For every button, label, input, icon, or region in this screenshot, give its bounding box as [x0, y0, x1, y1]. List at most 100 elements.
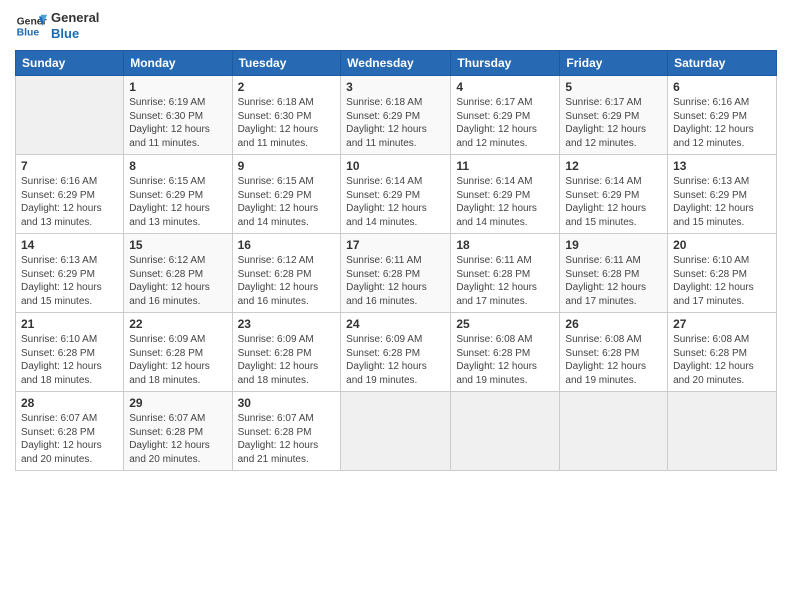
calendar-cell: 28Sunrise: 6:07 AMSunset: 6:28 PMDayligh…: [16, 392, 124, 471]
weekday-header-wednesday: Wednesday: [341, 51, 451, 76]
calendar-cell: 7 Sunrise: 6:16 AMSunset: 6:29 PMDaylight…: [16, 155, 124, 234]
day-number: 18: [456, 238, 554, 252]
day-number: 17: [346, 238, 445, 252]
calendar-cell: [16, 76, 124, 155]
day-info: Sunrise: 6:08 AMSunset: 6:28 PMDaylight:…: [673, 333, 771, 387]
weekday-header-saturday: Saturday: [668, 51, 777, 76]
day-number: 24: [346, 317, 445, 331]
day-number: 11: [456, 159, 554, 173]
calendar-cell: 1Sunrise: 6:19 AMSunset: 6:30 PMDaylight…: [124, 76, 232, 155]
calendar-cell: [451, 392, 560, 471]
calendar-week-row: 28Sunrise: 6:07 AMSunset: 6:28 PMDayligh…: [16, 392, 777, 471]
day-number: 30: [238, 396, 336, 410]
day-info: Sunrise: 6:19 AMSunset: 6:30 PMDaylight:…: [129, 96, 226, 150]
day-info: Sunrise: 6:07 AMSunset: 6:28 PMDaylight:…: [238, 412, 336, 466]
day-number: 10: [346, 159, 445, 173]
day-number: 25: [456, 317, 554, 331]
calendar-cell: 19 Sunrise: 6:11 AMSunset: 6:28 PMDayligh…: [560, 234, 668, 313]
calendar-week-row: 7 Sunrise: 6:16 AMSunset: 6:29 PMDaylight…: [16, 155, 777, 234]
day-number: 8: [129, 159, 226, 173]
calendar-cell: [560, 392, 668, 471]
day-number: 6: [673, 80, 771, 94]
calendar-cell: 14 Sunrise: 6:13 AMSunset: 6:29 PMDayligh…: [16, 234, 124, 313]
day-info: Sunrise: 6:08 AMSunset: 6:28 PMDaylight:…: [456, 333, 554, 387]
day-number: 22: [129, 317, 226, 331]
calendar-cell: 5 Sunrise: 6:17 AMSunset: 6:29 PMDaylight…: [560, 76, 668, 155]
day-number: 15: [129, 238, 226, 252]
weekday-header-sunday: Sunday: [16, 51, 124, 76]
calendar-cell: 6 Sunrise: 6:16 AMSunset: 6:29 PMDaylight…: [668, 76, 777, 155]
day-number: 26: [565, 317, 662, 331]
day-number: 13: [673, 159, 771, 173]
day-info: Sunrise: 6:07 AMSunset: 6:28 PMDaylight:…: [129, 412, 226, 466]
calendar-cell: 3Sunrise: 6:18 AMSunset: 6:29 PMDaylight…: [341, 76, 451, 155]
day-number: 7: [21, 159, 118, 173]
day-info: Sunrise: 6:11 AMSunset: 6:28 PMDaylight:…: [565, 254, 662, 308]
calendar-cell: 27 Sunrise: 6:08 AMSunset: 6:28 PMDayligh…: [668, 313, 777, 392]
calendar-cell: 22 Sunrise: 6:09 AMSunset: 6:28 PMDayligh…: [124, 313, 232, 392]
day-info: Sunrise: 6:09 AMSunset: 6:28 PMDaylight:…: [346, 333, 445, 387]
calendar-cell: 10Sunrise: 6:14 AMSunset: 6:29 PMDayligh…: [341, 155, 451, 234]
day-info: Sunrise: 6:15 AMSunset: 6:29 PMDaylight:…: [129, 175, 226, 229]
day-info: Sunrise: 6:17 AMSunset: 6:29 PMDaylight:…: [456, 96, 554, 150]
calendar-week-row: 21Sunrise: 6:10 AMSunset: 6:28 PMDayligh…: [16, 313, 777, 392]
day-number: 4: [456, 80, 554, 94]
day-number: 23: [238, 317, 336, 331]
calendar-cell: 13Sunrise: 6:13 AMSunset: 6:29 PMDayligh…: [668, 155, 777, 234]
day-info: Sunrise: 6:10 AMSunset: 6:28 PMDaylight:…: [673, 254, 771, 308]
day-info: Sunrise: 6:09 AMSunset: 6:28 PMDaylight:…: [238, 333, 336, 387]
day-info: Sunrise: 6:16 AMSunset: 6:29 PMDaylight:…: [21, 175, 118, 229]
calendar-cell: 8 Sunrise: 6:15 AMSunset: 6:29 PMDaylight…: [124, 155, 232, 234]
day-info: Sunrise: 6:13 AMSunset: 6:29 PMDaylight:…: [21, 254, 118, 308]
calendar-cell: 29Sunrise: 6:07 AMSunset: 6:28 PMDayligh…: [124, 392, 232, 471]
calendar-cell: 21Sunrise: 6:10 AMSunset: 6:28 PMDayligh…: [16, 313, 124, 392]
day-info: Sunrise: 6:08 AMSunset: 6:28 PMDaylight:…: [565, 333, 662, 387]
day-info: Sunrise: 6:16 AMSunset: 6:29 PMDaylight:…: [673, 96, 771, 150]
calendar-week-row: 14 Sunrise: 6:13 AMSunset: 6:29 PMDayligh…: [16, 234, 777, 313]
calendar-cell: 11Sunrise: 6:14 AMSunset: 6:29 PMDayligh…: [451, 155, 560, 234]
day-number: 5: [565, 80, 662, 94]
day-info: Sunrise: 6:07 AMSunset: 6:28 PMDaylight:…: [21, 412, 118, 466]
calendar-cell: 16 Sunrise: 6:12 AMSunset: 6:28 PMDayligh…: [232, 234, 341, 313]
logo: General Blue General Blue: [15, 10, 99, 42]
logo-blue: Blue: [51, 26, 99, 42]
day-number: 20: [673, 238, 771, 252]
day-number: 14: [21, 238, 118, 252]
weekday-header-friday: Friday: [560, 51, 668, 76]
day-number: 2: [238, 80, 336, 94]
calendar-cell: 17 Sunrise: 6:11 AMSunset: 6:28 PMDayligh…: [341, 234, 451, 313]
day-info: Sunrise: 6:09 AMSunset: 6:28 PMDaylight:…: [129, 333, 226, 387]
calendar-cell: 18 Sunrise: 6:11 AMSunset: 6:28 PMDayligh…: [451, 234, 560, 313]
logo-general: General: [51, 10, 99, 26]
calendar-cell: 24 Sunrise: 6:09 AMSunset: 6:28 PMDayligh…: [341, 313, 451, 392]
day-number: 9: [238, 159, 336, 173]
day-info: Sunrise: 6:15 AMSunset: 6:29 PMDaylight:…: [238, 175, 336, 229]
day-number: 16: [238, 238, 336, 252]
day-number: 27: [673, 317, 771, 331]
weekday-header-tuesday: Tuesday: [232, 51, 341, 76]
svg-text:Blue: Blue: [17, 28, 40, 39]
weekday-header-monday: Monday: [124, 51, 232, 76]
day-info: Sunrise: 6:18 AMSunset: 6:29 PMDaylight:…: [346, 96, 445, 150]
calendar-cell: [668, 392, 777, 471]
calendar-week-row: 1Sunrise: 6:19 AMSunset: 6:30 PMDaylight…: [16, 76, 777, 155]
calendar-cell: [341, 392, 451, 471]
day-info: Sunrise: 6:18 AMSunset: 6:30 PMDaylight:…: [238, 96, 336, 150]
page-header: General Blue General Blue: [15, 10, 777, 42]
calendar-cell: 26 Sunrise: 6:08 AMSunset: 6:28 PMDayligh…: [560, 313, 668, 392]
day-number: 19: [565, 238, 662, 252]
calendar-cell: 20 Sunrise: 6:10 AMSunset: 6:28 PMDayligh…: [668, 234, 777, 313]
day-info: Sunrise: 6:17 AMSunset: 6:29 PMDaylight:…: [565, 96, 662, 150]
calendar-header: SundayMondayTuesdayWednesdayThursdayFrid…: [16, 51, 777, 76]
calendar-cell: 30 Sunrise: 6:07 AMSunset: 6:28 PMDayligh…: [232, 392, 341, 471]
weekday-header-row: SundayMondayTuesdayWednesdayThursdayFrid…: [16, 51, 777, 76]
calendar-cell: 9 Sunrise: 6:15 AMSunset: 6:29 PMDaylight…: [232, 155, 341, 234]
calendar-cell: 25 Sunrise: 6:08 AMSunset: 6:28 PMDayligh…: [451, 313, 560, 392]
logo-icon: General Blue: [15, 10, 47, 42]
day-info: Sunrise: 6:12 AMSunset: 6:28 PMDaylight:…: [238, 254, 336, 308]
weekday-header-thursday: Thursday: [451, 51, 560, 76]
calendar-cell: 12Sunrise: 6:14 AMSunset: 6:29 PMDayligh…: [560, 155, 668, 234]
calendar-cell: 4 Sunrise: 6:17 AMSunset: 6:29 PMDaylight…: [451, 76, 560, 155]
day-info: Sunrise: 6:11 AMSunset: 6:28 PMDaylight:…: [346, 254, 445, 308]
day-info: Sunrise: 6:11 AMSunset: 6:28 PMDaylight:…: [456, 254, 554, 308]
